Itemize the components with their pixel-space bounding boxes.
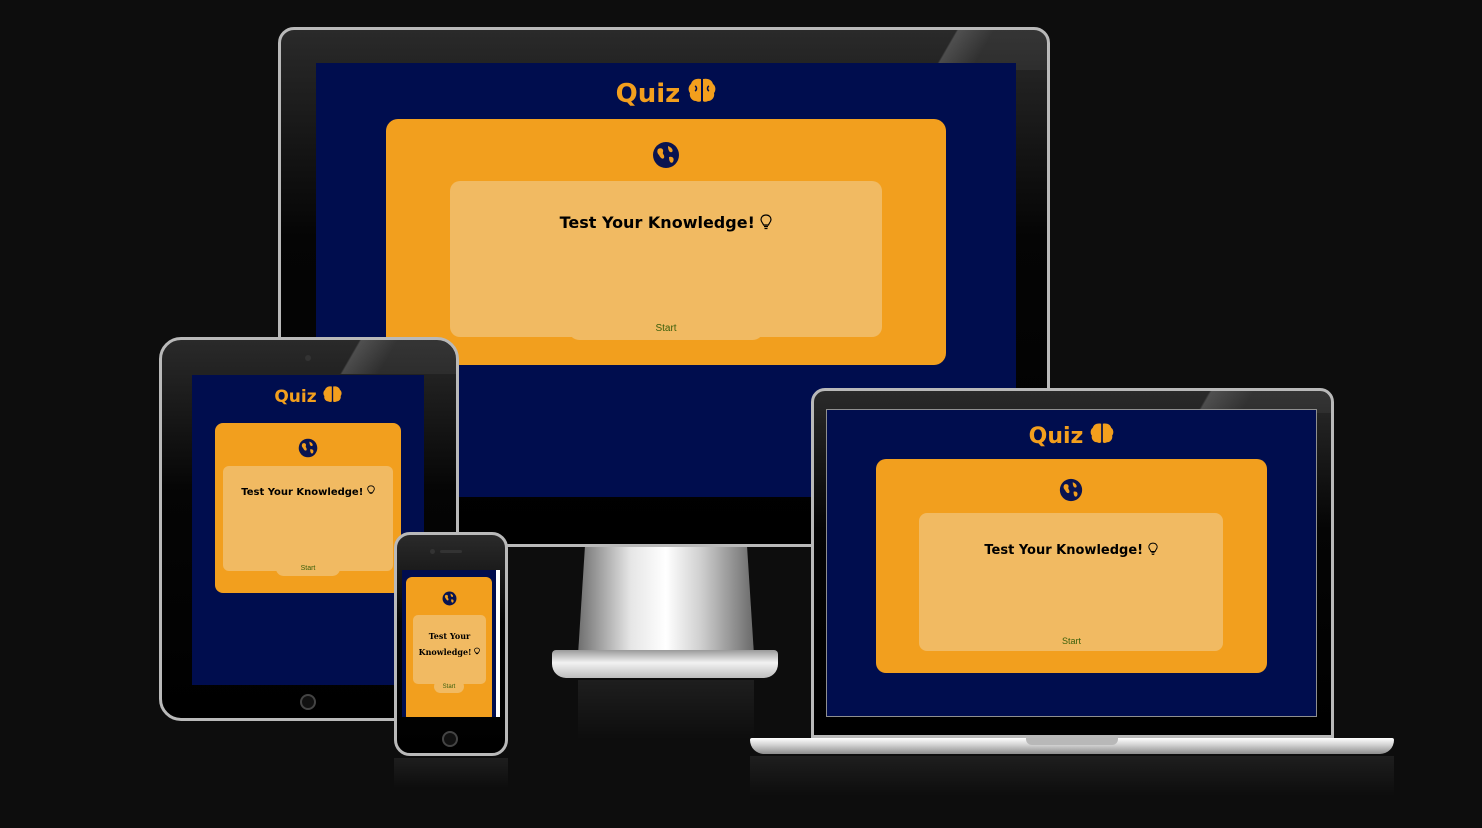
title-text: Quiz: [274, 386, 317, 407]
lightbulb-icon: [1147, 542, 1158, 558]
question-box: Test Your Knowledge!: [450, 181, 882, 337]
phone-speaker: [440, 550, 462, 553]
heading-text: Test Your Knowledge!: [559, 213, 755, 232]
laptop-notch: [1026, 738, 1118, 745]
brain-icon: [323, 385, 342, 408]
title-text: Quiz: [615, 78, 681, 109]
monitor-stand-base: [552, 650, 778, 678]
globe-icon: [1059, 478, 1083, 506]
laptop-screen: Quiz Test Your Knowledge! Start: [826, 409, 1317, 717]
phone-camera: [430, 549, 435, 554]
title-text: Quiz: [1028, 423, 1084, 449]
globe-icon: [298, 438, 318, 462]
page-title: Quiz: [316, 77, 1016, 110]
phone-home-button[interactable]: [442, 731, 458, 747]
monitor-stand-neck: [578, 545, 754, 655]
quiz-card: Test Your Knowledge! Start: [215, 423, 401, 593]
heading-text: Test Your Knowledge!: [984, 543, 1144, 558]
lightbulb-icon: [474, 647, 481, 657]
start-button[interactable]: Start: [276, 561, 340, 576]
heading-text: Test Your Knowledge!: [418, 631, 472, 657]
brain-icon: [688, 77, 716, 110]
phone-screen: Test Your Knowledge! Start: [402, 570, 500, 717]
globe-icon: [652, 141, 680, 173]
start-button[interactable]: Start: [1003, 630, 1140, 651]
quiz-card: Test Your Knowledge! Start: [386, 119, 946, 365]
start-button[interactable]: Start: [434, 680, 464, 693]
lightbulb-icon: [366, 485, 375, 498]
start-button[interactable]: Start: [568, 317, 764, 340]
heading-text: Test Your Knowledge!: [241, 487, 364, 498]
tablet-home-button[interactable]: [300, 694, 316, 710]
quiz-card: Test Your Knowledge! Start: [406, 577, 492, 717]
question-box: Test Your Knowledge!: [413, 615, 486, 684]
page-title: Quiz: [192, 385, 424, 408]
page-title: Quiz: [827, 422, 1316, 450]
quiz-card: Test Your Knowledge! Start: [876, 459, 1267, 673]
brain-icon: [1090, 422, 1114, 450]
question-box: Test Your Knowledge!: [223, 466, 393, 571]
tablet-screen: Quiz Test Your Knowledge! Start: [192, 375, 424, 685]
tablet-camera: [305, 355, 311, 361]
globe-icon: [442, 591, 457, 610]
lightbulb-icon: [760, 213, 773, 232]
